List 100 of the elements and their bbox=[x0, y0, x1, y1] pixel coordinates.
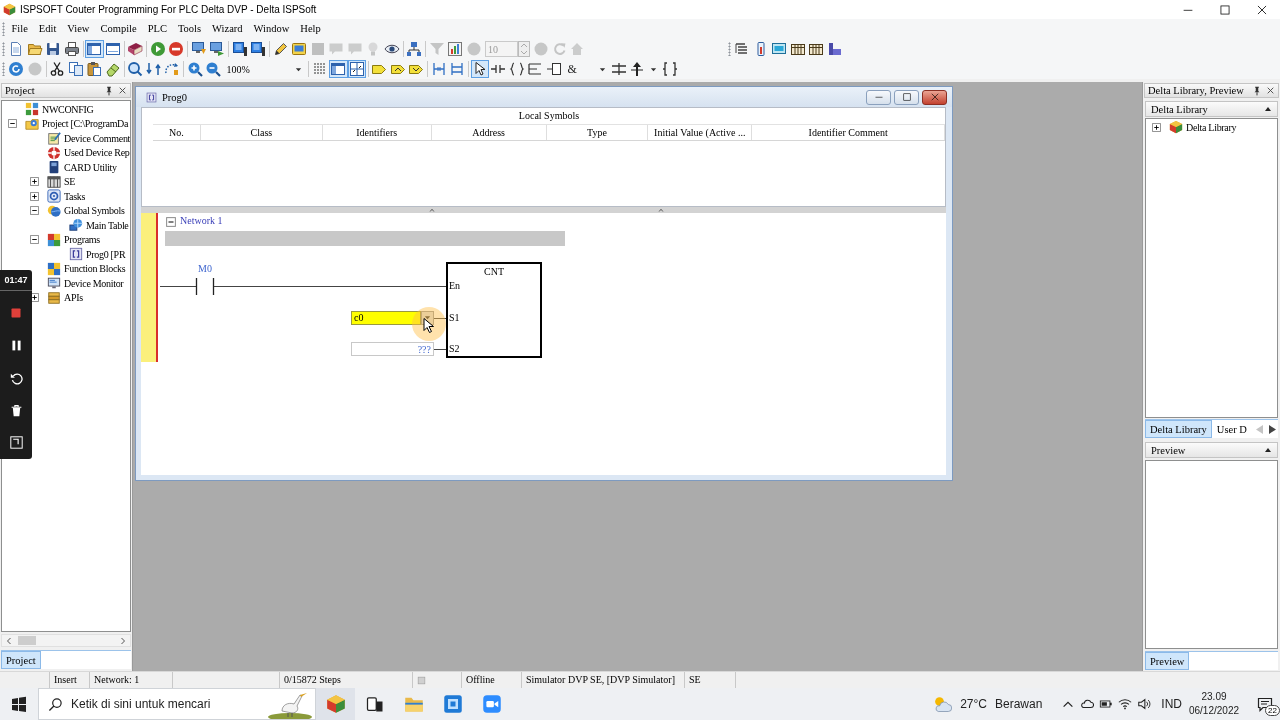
close-icon[interactable] bbox=[118, 86, 127, 95]
restart-icon[interactable] bbox=[9, 371, 23, 385]
book-icon[interactable] bbox=[126, 40, 145, 58]
plus-box-icon[interactable] bbox=[29, 177, 39, 187]
language-indicator[interactable]: IND bbox=[1161, 697, 1182, 711]
function-block[interactable]: CNT En S1 S2 bbox=[446, 262, 542, 358]
section-header[interactable]: Delta Library bbox=[1145, 101, 1278, 117]
bracket-icon[interactable] bbox=[660, 60, 679, 78]
maximize-icon[interactable] bbox=[1219, 4, 1230, 15]
scroll-right-icon[interactable] bbox=[1268, 424, 1276, 434]
windows-logo-icon[interactable] bbox=[11, 696, 27, 712]
grip-handle[interactable] bbox=[2, 62, 5, 76]
close-icon[interactable] bbox=[1266, 86, 1275, 95]
caret-icon[interactable] bbox=[424, 314, 431, 321]
picture-icon[interactable] bbox=[290, 40, 309, 58]
grip-handle[interactable] bbox=[2, 42, 5, 56]
clock-time[interactable]: 23.09 bbox=[1201, 690, 1227, 704]
window-icon[interactable] bbox=[103, 40, 122, 58]
menu-item[interactable]: View bbox=[61, 20, 95, 38]
tree-item[interactable]: Project [C:\ProgramDa bbox=[42, 118, 129, 130]
tree-item[interactable]: Used Device Rep bbox=[64, 147, 130, 159]
tree-item[interactable]: Function Blocks bbox=[64, 263, 126, 275]
restore-button[interactable] bbox=[894, 89, 919, 105]
close-button[interactable] bbox=[922, 89, 947, 105]
panel-tab[interactable]: User D bbox=[1211, 420, 1252, 438]
caret-icon[interactable] bbox=[599, 65, 606, 73]
menu-item[interactable]: File bbox=[6, 20, 34, 38]
tree-item[interactable]: Delta Library bbox=[1186, 121, 1237, 133]
circle-arrow-icon[interactable] bbox=[7, 60, 26, 78]
weather-temperature[interactable]: 27°C bbox=[960, 697, 987, 711]
clipboard-icon[interactable] bbox=[85, 60, 104, 78]
cloud-icon[interactable] bbox=[1079, 697, 1094, 711]
tree-item[interactable]: SE bbox=[64, 176, 76, 188]
grip-handle[interactable] bbox=[728, 42, 731, 56]
caret-icon[interactable] bbox=[294, 65, 302, 73]
cube-icon[interactable] bbox=[325, 694, 346, 714]
tree-item[interactable]: Device Monitor bbox=[64, 277, 124, 289]
network-icon[interactable] bbox=[405, 40, 424, 58]
app-window-icon[interactable] bbox=[442, 694, 463, 714]
minus-box-icon[interactable] bbox=[29, 235, 39, 245]
caret-icon[interactable] bbox=[650, 65, 657, 73]
tree-item[interactable]: Global Symbols bbox=[64, 205, 125, 217]
up-triangle-icon[interactable] bbox=[1264, 105, 1272, 113]
double-cross-icon[interactable] bbox=[609, 60, 628, 78]
up-down-arrows-icon[interactable] bbox=[144, 60, 163, 78]
video-camera-icon[interactable] bbox=[481, 694, 502, 714]
tree-item[interactable]: Tasks bbox=[64, 190, 86, 202]
clock-date[interactable]: 06/12/2022 bbox=[1188, 704, 1240, 718]
panel-tab[interactable]: Preview bbox=[1145, 652, 1190, 670]
zoom-field[interactable]: 100% bbox=[224, 61, 295, 77]
operand-field[interactable]: c0 bbox=[351, 310, 421, 325]
toolbar-button[interactable]: & bbox=[563, 60, 582, 78]
menu-item[interactable]: Compile bbox=[94, 20, 143, 38]
close-icon[interactable] bbox=[1256, 4, 1267, 15]
panel-icon[interactable] bbox=[85, 40, 104, 58]
stop-square-icon[interactable] bbox=[10, 307, 22, 320]
tree-item[interactable]: Programs bbox=[64, 234, 100, 246]
trash-icon[interactable] bbox=[9, 403, 23, 417]
scroll-thumb[interactable] bbox=[18, 636, 36, 645]
plus-box-icon[interactable] bbox=[29, 191, 39, 201]
box-icon[interactable] bbox=[544, 60, 563, 78]
tree-item[interactable]: Main Table bbox=[86, 219, 129, 231]
monitor-icon[interactable] bbox=[249, 40, 268, 58]
bar-chart-icon[interactable] bbox=[446, 40, 465, 58]
zoom-out-icon[interactable] bbox=[204, 60, 223, 78]
device-icon[interactable] bbox=[364, 694, 385, 714]
search-icon[interactable] bbox=[126, 60, 145, 78]
menu-item[interactable]: Tools bbox=[172, 20, 207, 38]
panel-tab[interactable]: Delta Library bbox=[1145, 420, 1212, 438]
tree-item[interactable]: Device Comment bbox=[64, 132, 130, 144]
wifi-icon[interactable] bbox=[1117, 697, 1132, 711]
menu-item[interactable]: Wizard bbox=[206, 20, 249, 38]
section-header[interactable]: Preview bbox=[1145, 442, 1278, 458]
tree-item[interactable]: APIs bbox=[64, 292, 83, 304]
play-icon[interactable] bbox=[148, 40, 167, 58]
tree-item[interactable]: Prog0 [PR bbox=[86, 248, 126, 260]
stop-icon[interactable] bbox=[167, 40, 186, 58]
minus-box-icon[interactable] bbox=[7, 119, 17, 129]
contact-symbol[interactable] bbox=[195, 278, 215, 295]
tree-item[interactable]: CARD Utility bbox=[64, 161, 117, 173]
monitor-icon[interactable] bbox=[230, 40, 249, 58]
comment-field[interactable] bbox=[165, 231, 565, 246]
pause-icon[interactable] bbox=[9, 339, 23, 353]
menu-item[interactable]: Window bbox=[248, 20, 295, 38]
menu-item[interactable]: Help bbox=[294, 20, 327, 38]
grip-handle[interactable] bbox=[2, 22, 5, 36]
tree-item[interactable]: NWCONFIG bbox=[42, 103, 94, 115]
crop-icon[interactable] bbox=[9, 436, 23, 450]
speaker-icon[interactable] bbox=[1136, 697, 1151, 711]
panel-tab[interactable]: Project bbox=[1, 651, 41, 669]
menu-item[interactable]: Edit bbox=[33, 20, 62, 38]
printer-icon[interactable] bbox=[62, 40, 81, 58]
maximize-icon[interactable] bbox=[902, 93, 911, 101]
battery-icon[interactable] bbox=[1098, 697, 1113, 711]
menu-item[interactable]: PLC bbox=[142, 20, 173, 38]
search-field[interactable]: Ketik di sini untuk mencari bbox=[38, 688, 316, 720]
pin-icon[interactable] bbox=[104, 85, 114, 96]
minus-box-icon[interactable] bbox=[29, 206, 39, 216]
copy-icon[interactable] bbox=[66, 60, 85, 78]
panel-icon[interactable] bbox=[329, 60, 348, 78]
